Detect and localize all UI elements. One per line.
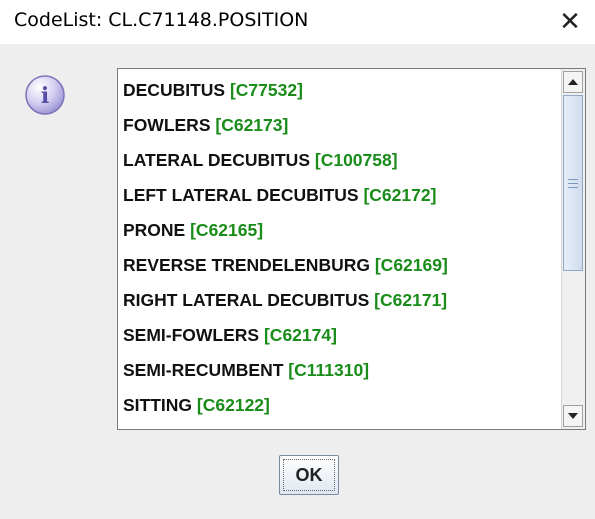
list-item[interactable]: LATERAL DECUBITUS [C100758]: [123, 143, 558, 178]
list-item[interactable]: PRONE [C62165]: [123, 213, 558, 248]
grip-icon: [568, 178, 578, 188]
item-code: [C62172]: [363, 185, 437, 205]
codelist-items: DECUBITUS [C77532] FOWLERS [C62173] LATERA…: [123, 73, 558, 423]
scroll-down-button[interactable]: [563, 405, 583, 427]
arrow-up-icon: [568, 79, 578, 85]
item-name: SITTING: [123, 395, 193, 415]
item-code: [C62169]: [374, 255, 448, 275]
list-item[interactable]: SEMI-RECUMBENT [C111310]: [123, 353, 558, 388]
item-name: FOWLERS: [123, 115, 211, 135]
info-glyph: i: [41, 83, 49, 109]
dialog-title: CodeList: CL.C71148.POSITION: [14, 9, 309, 31]
list-item[interactable]: RIGHT LATERAL DECUBITUS [C62171]: [123, 283, 558, 318]
item-name: DECUBITUS: [123, 80, 226, 100]
item-name: SEMI-RECUMBENT: [123, 360, 284, 380]
scroll-up-button[interactable]: [563, 71, 583, 93]
item-code: [C62122]: [196, 395, 270, 415]
list-item[interactable]: LEFT LATERAL DECUBITUS [C62172]: [123, 178, 558, 213]
list-item[interactable]: SITTING [C62122]: [123, 388, 558, 423]
item-code: [C62174]: [263, 325, 337, 345]
item-code: [C100758]: [314, 150, 398, 170]
scrollbar-thumb[interactable]: [563, 95, 583, 271]
item-name: PRONE: [123, 220, 186, 240]
item-name: SEMI-FOWLERS: [123, 325, 260, 345]
item-name: REVERSE TRENDELENBURG: [123, 255, 370, 275]
list-item[interactable]: DECUBITUS [C77532]: [123, 73, 558, 108]
list-item[interactable]: REVERSE TRENDELENBURG [C62169]: [123, 248, 558, 283]
list-item[interactable]: SEMI-FOWLERS [C62174]: [123, 318, 558, 353]
info-icon: i: [25, 75, 65, 115]
item-name: LEFT LATERAL DECUBITUS: [123, 185, 359, 205]
item-code: [C62165]: [190, 220, 264, 240]
close-button[interactable]: ✕: [552, 6, 588, 38]
item-name: RIGHT LATERAL DECUBITUS: [123, 290, 370, 310]
close-icon: ✕: [559, 7, 581, 37]
item-code: [C77532]: [229, 80, 303, 100]
title-bar: CodeList: CL.C71148.POSITION ✕: [0, 0, 595, 44]
item-code: [C111310]: [288, 360, 370, 380]
ok-button[interactable]: OK: [279, 455, 339, 495]
item-name: LATERAL DECUBITUS: [123, 150, 310, 170]
item-code: [C62171]: [374, 290, 448, 310]
arrow-down-icon: [568, 413, 578, 419]
codelist-list[interactable]: DECUBITUS [C77532] FOWLERS [C62173] LATERA…: [117, 68, 586, 430]
vertical-scrollbar[interactable]: [561, 69, 585, 429]
item-code: [C62173]: [215, 115, 289, 135]
list-item[interactable]: FOWLERS [C62173]: [123, 108, 558, 143]
